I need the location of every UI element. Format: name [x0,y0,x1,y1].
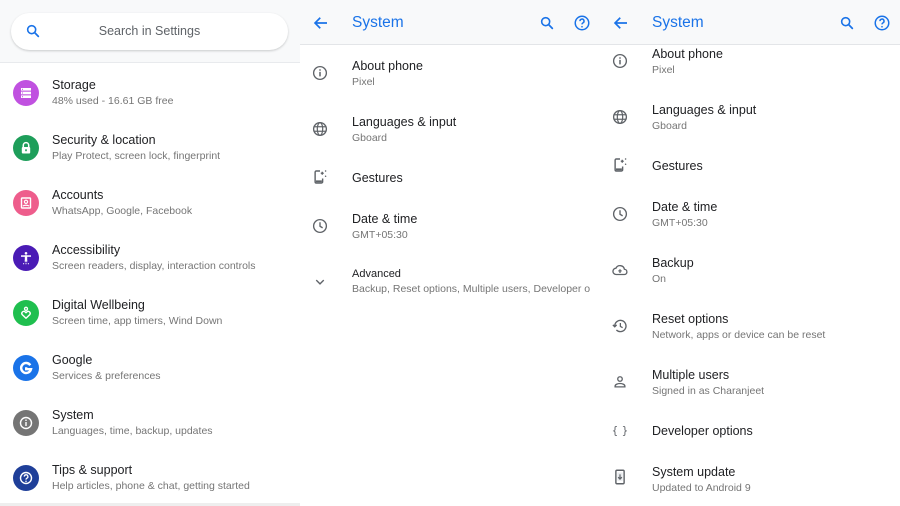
system-item-date-time[interactable]: Date & time GMT+05:30 [300,201,600,251]
item-subtitle: Pixel [352,76,375,88]
google-g-icon [13,355,39,381]
system-expanded-panel: System About phone Pixel Languages & inp… [600,0,900,506]
item-title: Digital Wellbeing [52,298,145,312]
item-title: Languages & input [652,103,757,117]
settings-home-panel: Search in Settings Storage 48% used - 16… [0,0,300,506]
system-item-advanced[interactable]: Advanced Backup, Reset options, Multiple… [300,257,600,307]
help-icon[interactable] [873,14,891,32]
search-icon[interactable] [539,15,555,31]
back-arrow-icon[interactable] [612,14,630,32]
item-subtitle: Network, apps or device can be reset [652,329,826,341]
system-item-languages-input[interactable]: Languages & input Gboard [300,104,600,154]
item-title: Multiple users [652,368,730,382]
item-subtitle: Screen readers, display, interaction con… [52,260,256,272]
item-subtitle: Screen time, app timers, Wind Down [52,315,223,327]
settings-item-security-location[interactable]: Security & location Play Protect, screen… [0,122,300,174]
settings-item-storage[interactable]: Storage 48% used - 16.61 GB free [0,67,300,119]
item-title: Tips & support [52,463,133,477]
item-title: Developer options [652,424,753,438]
system-item-languages-input[interactable]: Languages & input Gboard [600,92,900,142]
item-title: Accessibility [52,243,121,257]
system-item-system-update[interactable]: System update Updated to Android 9 [600,454,900,504]
code-braces-icon: { } [611,421,629,439]
item-subtitle: Play Protect, screen lock, fingerprint [52,150,221,162]
settings-item-accessibility[interactable]: Accessibility Screen readers, display, i… [0,232,300,284]
page-title: System [652,14,704,31]
item-subtitle: On [652,273,667,285]
info-outline-icon [311,64,329,82]
system-item-multiple-users[interactable]: Multiple users Signed in as Charanjeet [600,357,900,407]
item-title: Languages & input [352,115,457,129]
item-title: Security & location [52,133,156,147]
item-title: Google [52,353,93,367]
settings-item-google[interactable]: Google Services & preferences [0,342,300,394]
help-icon[interactable] [573,14,591,32]
item-title: Backup [652,256,694,270]
system-update-icon [611,468,629,486]
system-item-backup[interactable]: Backup On [600,245,900,295]
item-title: Gestures [652,159,703,173]
item-title: Date & time [652,200,718,214]
item-subtitle: Help articles, phone & chat, getting sta… [52,480,250,492]
system-item-about-phone[interactable]: About phone Pixel [300,48,600,98]
settings-item-accounts[interactable]: Accounts WhatsApp, Google, Facebook [0,177,300,229]
item-title: System [52,408,94,422]
history-icon [611,317,629,335]
settings-item-tips-support[interactable]: Tips & support Help articles, phone & ch… [0,452,300,504]
search-icon[interactable] [839,15,855,31]
cloud-upload-icon [611,261,629,279]
back-arrow-icon[interactable] [312,14,330,32]
item-subtitle: GMT+05:30 [652,217,708,229]
item-subtitle: Services & preferences [52,370,161,382]
item-subtitle: Gboard [652,120,688,132]
settings-item-system[interactable]: System Languages, time, backup, updates [0,397,300,449]
item-title: Advanced [352,268,401,280]
clock-icon [311,217,329,235]
item-title: Accounts [52,188,104,202]
item-title: About phone [652,47,723,61]
person-icon [611,373,629,391]
item-title: Gestures [352,171,403,185]
system-collapsed-panel: System About phone Pixel Languages & inp… [300,0,600,506]
search-placeholder: Search in Settings [98,24,201,38]
chevron-down-icon [311,273,329,291]
info-icon [13,410,39,436]
svg-text:{ }: { } [612,425,629,437]
globe-icon [311,120,329,138]
item-title: System update [652,465,736,479]
search-input[interactable]: Search in Settings [11,13,288,50]
globe-icon [611,108,629,126]
lock-icon [13,135,39,161]
item-subtitle: Pixel [652,64,675,76]
item-subtitle: Backup, Reset options, Multiple users, D… [352,283,590,295]
item-subtitle: Languages, time, backup, updates [52,425,213,437]
storage-icon [13,80,39,106]
wellbeing-heart-icon [13,300,39,326]
page-title: System [352,14,404,31]
info-outline-icon [611,52,629,70]
item-subtitle: Updated to Android 9 [652,482,751,494]
system-item-reset-options[interactable]: Reset options Network, apps or device ca… [600,301,900,351]
item-subtitle: 48% used - 16.61 GB free [52,95,174,107]
app-bar: System [600,0,900,45]
item-subtitle: Signed in as Charanjeet [652,385,765,397]
item-title: About phone [352,59,423,73]
item-title: Storage [52,78,96,92]
app-bar: System [300,0,600,45]
system-item-date-time[interactable]: Date & time GMT+05:30 [600,189,900,239]
item-subtitle: WhatsApp, Google, Facebook [52,205,193,217]
search-header: Search in Settings [0,0,300,63]
help-icon [13,465,39,491]
clock-icon [611,205,629,223]
item-subtitle: Gboard [352,132,388,144]
item-title: Reset options [652,312,729,326]
item-title: Date & time [352,212,418,226]
accessibility-icon [13,245,39,271]
gestures-phone-icon [311,168,329,186]
settings-item-digital-wellbeing[interactable]: Digital Wellbeing Screen time, app timer… [0,287,300,339]
item-subtitle: GMT+05:30 [352,229,408,241]
account-box-icon [13,190,39,216]
gestures-phone-icon [611,156,629,174]
